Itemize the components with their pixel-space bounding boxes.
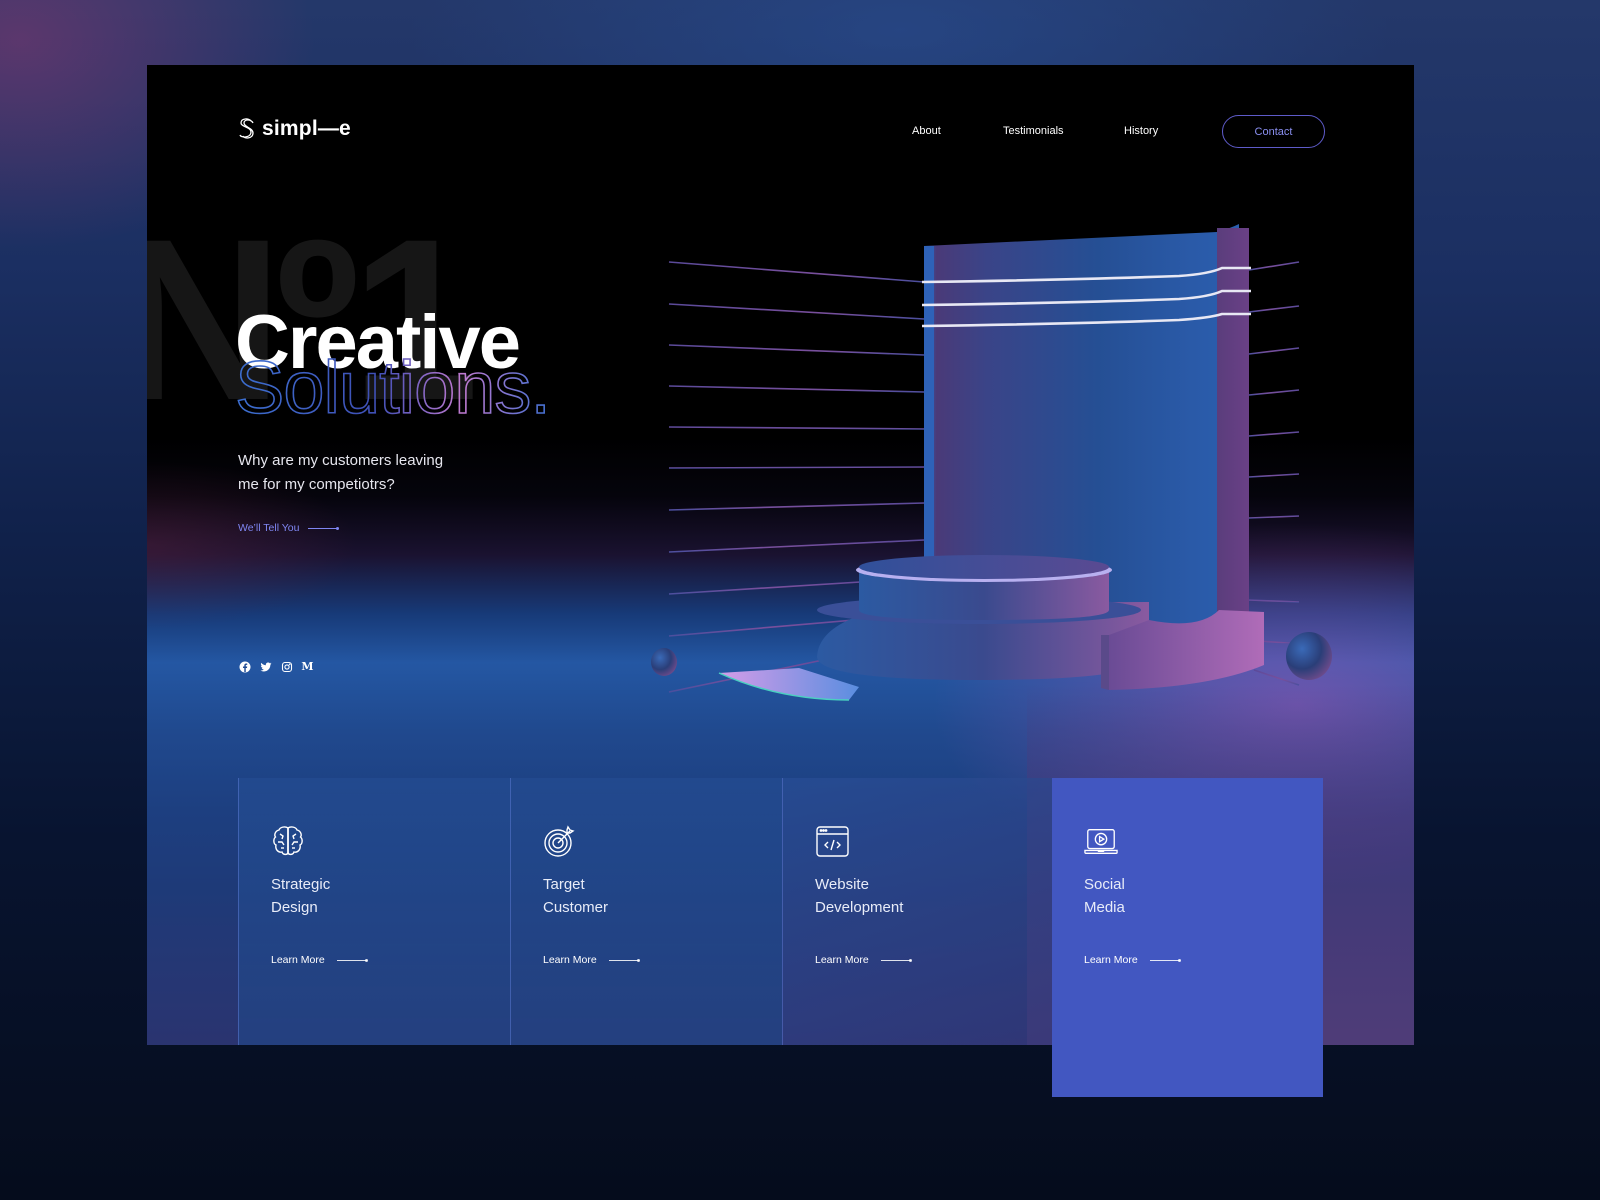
social-links: M [238,660,314,673]
service-card-social-media[interactable]: Social Media Learn More [1052,778,1323,1097]
service-title: Strategic Design [271,876,331,916]
service-title: Target Customer [543,876,609,916]
service-title: Social Media [1084,876,1125,916]
contact-button[interactable]: Contact [1222,115,1325,148]
arrow-right-icon [307,526,339,530]
instagram-icon[interactable] [280,660,293,673]
learn-more-link[interactable]: Learn More [271,954,368,966]
sphere-large [1286,632,1332,680]
cta-label: We’ll Tell You [238,522,300,534]
code-window-icon [816,826,849,857]
nav-about[interactable]: About [912,115,941,147]
facebook-icon[interactable] [238,660,251,673]
medium-icon[interactable]: M [301,660,314,673]
sphere-small [651,648,677,676]
outlined-headline: Solutions. [234,345,552,430]
arrow-right-icon [1149,958,1181,962]
cta-link[interactable]: We’ll Tell You [238,522,339,534]
hero-3d-illustration [651,224,1332,701]
brain-icon [273,826,303,856]
target-icon [544,825,575,857]
brand-name: simpl—e [262,117,351,140]
hero-subtitle: Why are my customers leaving me for my c… [238,452,444,493]
s-monogram-icon [239,118,254,139]
nav-testimonials[interactable]: Testimonials [1003,115,1064,147]
brand-logo[interactable]: simpl—e [236,117,351,141]
headline-solutions: Solutions. [234,345,595,438]
service-title: Website Development [815,876,904,916]
nav-history[interactable]: History [1124,115,1158,147]
solutions-text: Solutions. [235,346,550,429]
arrow-right-icon [336,958,368,962]
learn-more-link[interactable]: Learn More [1084,954,1181,966]
learn-more-link[interactable]: Learn More [543,954,640,966]
arrow-right-icon [880,958,912,962]
twitter-icon[interactable] [259,660,272,673]
service-card-target-customer[interactable]: Target Customer Learn More [510,778,782,1045]
laptop-play-icon [1084,829,1118,854]
service-card-website-development[interactable]: Website Development Learn More [782,778,1052,1045]
learn-more-link[interactable]: Learn More [815,954,912,966]
arrow-right-icon [608,958,640,962]
service-card-strategic-design[interactable]: Strategic Design Learn More [238,778,510,1045]
